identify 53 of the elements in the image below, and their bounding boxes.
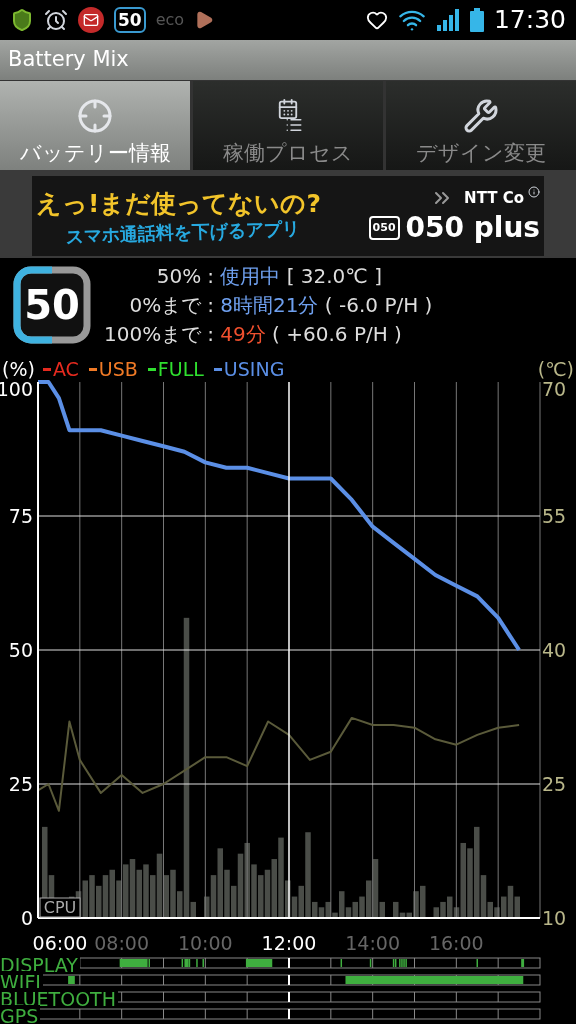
y-tick-label: 25 [8,773,33,795]
x-tick-label: 10:00 [177,932,233,954]
ad-sponsor: NTT Co [464,188,524,209]
info-label: 50% [155,262,202,290]
x-tick-label: 16:00 [428,932,484,954]
x-tick-label: 08:00 [94,932,150,954]
heart-icon [365,9,388,31]
info-value: : 使用中 [ 32.0℃ ] [206,262,383,290]
legend-item: USB [88,358,138,380]
y-tick-label: 0 [20,907,33,929]
y2-tick-label: 10 [542,907,567,929]
x-tick-label: 06:00 [32,932,88,954]
y2-tick-label: 70 [542,380,567,400]
shield-icon [10,7,34,33]
app-icon: 050 [368,216,400,240]
legend-item: USING [213,358,285,380]
clock-time: 17:30 [493,4,566,37]
info-icon[interactable] [528,186,540,198]
window-title: Battery Mix [8,46,129,74]
x-tick-label: 12:00 [261,932,317,954]
y-tick-label: 50 [8,639,33,661]
y-tick-label: 75 [8,505,33,527]
tab[interactable]: バッテリー情報 [0,81,190,170]
app-name: 050 plus [405,210,540,246]
info-value: : 49分 ( +60.6 P/H ) [206,320,403,348]
ad-headline: えっ!まだ使ってないの? [36,188,322,220]
legend-item: AC [42,358,79,380]
eco-label: eco [155,9,185,31]
battery-percent: 50 [23,281,81,330]
mail-icon [78,7,104,33]
ad-subline: スマホ通話料を下げるアプリ [64,217,302,249]
tab[interactable]: 稼働プロセス [193,81,383,170]
ad-banner[interactable]: えっ!まだ使ってないの? スマホ通話料を下げるアプリ NTT Co 050 050 plus [32,176,544,256]
play-icon [194,10,215,30]
cpu-label: CPU [39,897,81,918]
battery-icon [469,8,484,32]
info-value: : 8時間21分 ( -6.0 P/H ) [206,291,433,319]
info-label: 100%まで [104,320,202,348]
y2-tick-label: 25 [542,773,567,795]
y2-tick-label: 40 [542,639,567,661]
legend-item: FULL [147,358,204,380]
x-tick-label: 14:00 [345,932,401,954]
wrench-icon [463,98,499,134]
y2-tick-label: 55 [542,505,567,527]
signal-icon [435,8,460,32]
alarm-clock-icon [44,8,68,32]
crosshair-icon [77,98,113,134]
activity-label: GPS [0,1005,41,1024]
info-label: 0%まで [128,291,202,319]
left-unit: (%) [2,358,35,380]
right-unit: (℃) [537,358,574,380]
battery-notification: 50 [114,7,146,33]
tab[interactable]: デザイン変更 [386,81,576,170]
